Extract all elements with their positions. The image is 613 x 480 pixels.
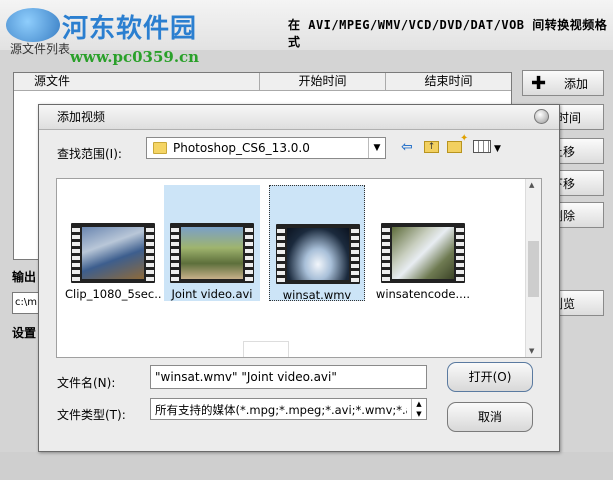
view-dropdown-icon[interactable]: ▼ bbox=[494, 140, 501, 158]
dialog-title: 添加视频 bbox=[39, 105, 559, 130]
open-button[interactable]: 打开(O) bbox=[447, 362, 533, 392]
video-thumbnail bbox=[276, 224, 360, 284]
column-end-time[interactable]: 结束时间 bbox=[386, 73, 511, 90]
folder-icon bbox=[153, 142, 167, 154]
video-thumbnail bbox=[71, 223, 155, 283]
video-thumbnail bbox=[170, 223, 254, 283]
file-name-input[interactable]: "winsat.wmv" "Joint video.avi" bbox=[150, 365, 427, 389]
file-name: Joint video.avi bbox=[171, 287, 253, 301]
file-tile-joint-video[interactable]: Joint video.avi bbox=[164, 185, 260, 301]
chevron-down-icon[interactable]: ▼ bbox=[368, 138, 385, 158]
file-type-value: 所有支持的媒体(*.mpg;*.mpeg;*.avi;*.wmv;*.asf bbox=[155, 403, 407, 417]
logo-icon bbox=[6, 8, 60, 42]
column-source-file[interactable]: 源文件 bbox=[14, 73, 260, 90]
close-icon[interactable] bbox=[534, 109, 549, 124]
output-label: 输出 bbox=[12, 270, 37, 284]
cancel-button[interactable]: 取消 bbox=[447, 402, 533, 432]
bottom-strip bbox=[0, 452, 613, 480]
file-name: Clip_1080_5sec... bbox=[65, 287, 161, 301]
settings-label: 设置 bbox=[12, 326, 37, 340]
look-in-value: Photoshop_CS6_13.0.0 bbox=[173, 141, 310, 155]
file-name: winsat.wmv bbox=[282, 288, 352, 302]
spinner-icon[interactable]: ▲ ▼ bbox=[411, 399, 426, 419]
logo-text: 河东软件园 bbox=[62, 14, 198, 44]
file-name-label: 文件名(N): bbox=[57, 376, 116, 390]
column-start-time[interactable]: 开始时间 bbox=[260, 73, 386, 90]
back-arrow-icon[interactable]: ⇦ bbox=[401, 138, 413, 156]
file-tile-winsat[interactable]: winsat.wmv bbox=[269, 185, 365, 302]
document-icon bbox=[243, 341, 289, 357]
file-tile-clip[interactable]: Clip_1080_5sec... bbox=[65, 185, 161, 301]
look-in-combo[interactable]: Photoshop_CS6_13.0.0 ▼ bbox=[146, 137, 386, 159]
file-tile-winsatencode[interactable]: winsatencode.... bbox=[375, 185, 471, 301]
source-list-label: 源文件列表 bbox=[10, 42, 71, 56]
up-folder-icon[interactable]: ↑ bbox=[424, 141, 439, 153]
view-menu-icon[interactable] bbox=[473, 140, 491, 153]
file-name: winsatencode.... bbox=[375, 287, 471, 301]
file-type-select[interactable]: 所有支持的媒体(*.mpg;*.mpeg;*.avi;*.wmv;*.asf ▲… bbox=[150, 398, 427, 420]
sparkle-icon: ✦ bbox=[460, 133, 469, 144]
add-button[interactable]: ✚ 添加 bbox=[522, 70, 604, 96]
file-browser[interactable]: Clip_1080_5sec... Joint video.avi winsat… bbox=[56, 178, 542, 358]
video-thumbnail bbox=[381, 223, 465, 283]
app-title: 在 AVI/MPEG/WMV/VCD/DVD/DAT/VOB 间转换视频格式 bbox=[288, 18, 608, 49]
add-video-dialog: 添加视频 查找范围(I): Photoshop_CS6_13.0.0 ▼ ⇦ ↑… bbox=[38, 104, 560, 452]
scroll-thumb[interactable] bbox=[528, 241, 539, 297]
list-header: 源文件 开始时间 结束时间 bbox=[14, 73, 511, 91]
plus-icon: ✚ bbox=[531, 73, 547, 94]
vertical-scrollbar[interactable]: ▲ ▼ bbox=[525, 179, 541, 357]
logo-url: www.pc0359.cn bbox=[70, 48, 200, 66]
scroll-up-icon[interactable]: ▲ bbox=[529, 181, 534, 189]
look-in-label: 查找范围(I): bbox=[57, 147, 122, 161]
file-type-label: 文件类型(T): bbox=[57, 408, 126, 422]
scroll-down-icon[interactable]: ▼ bbox=[529, 347, 534, 355]
